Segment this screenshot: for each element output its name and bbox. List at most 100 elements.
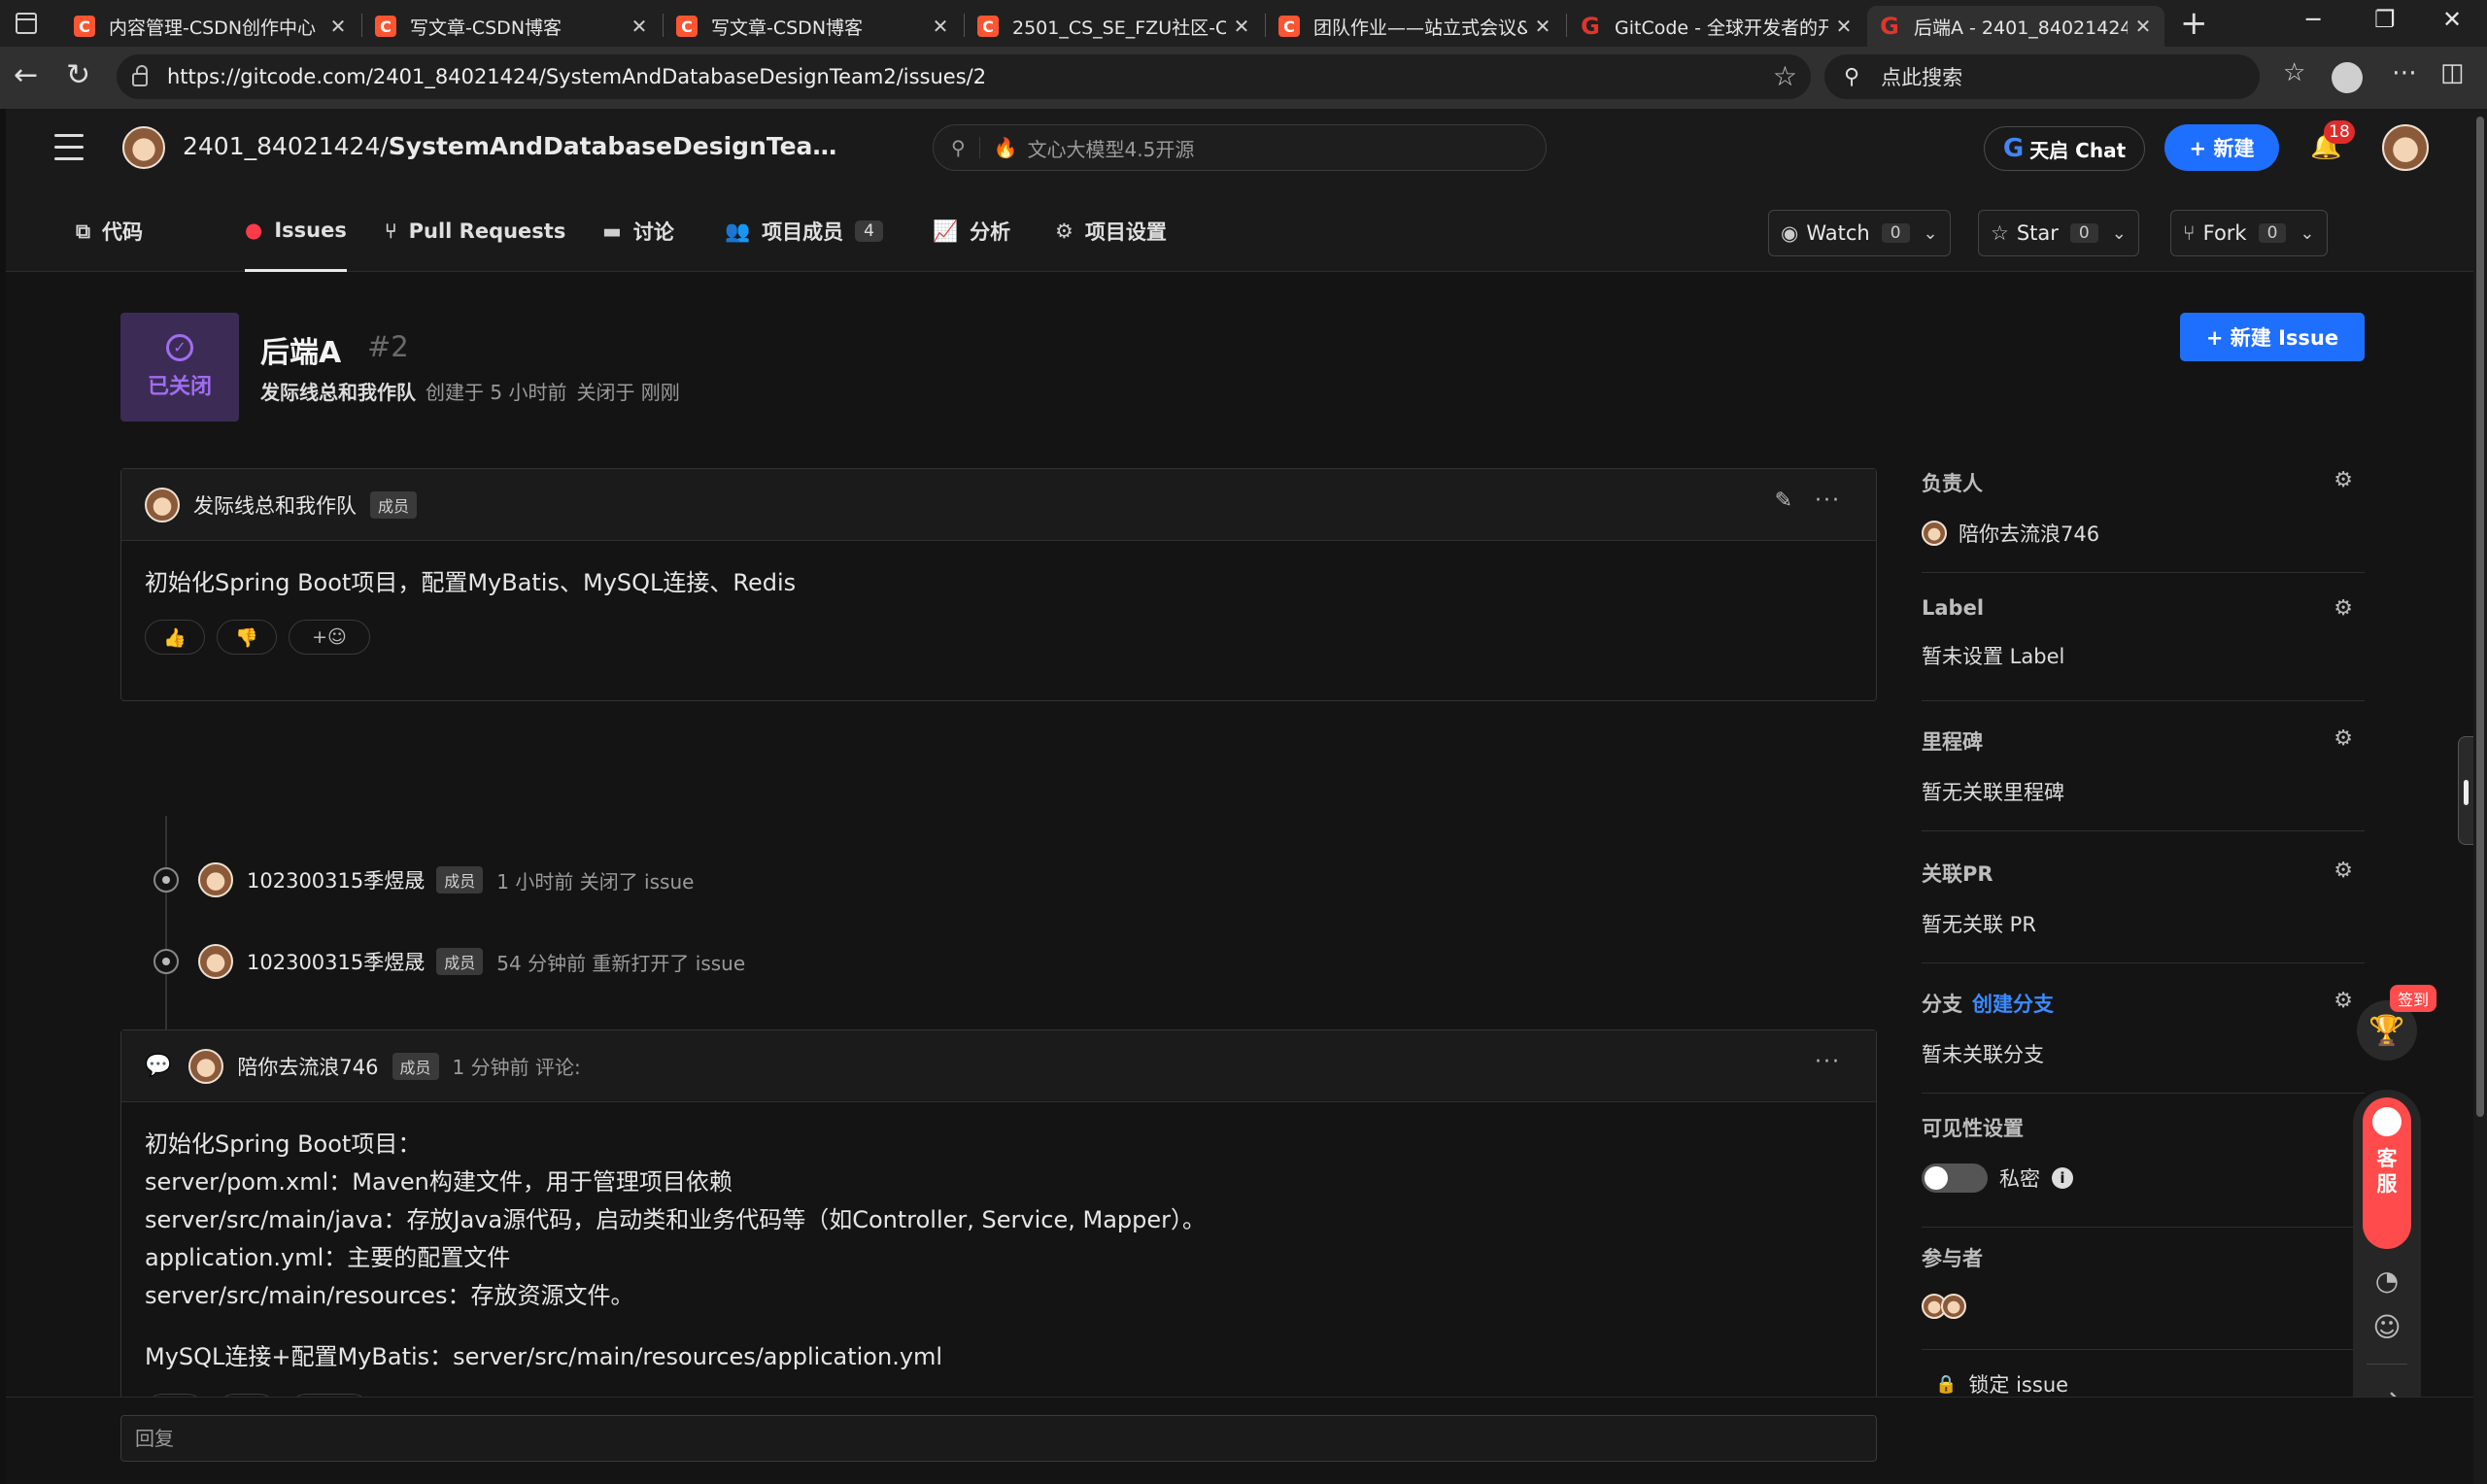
chevron-down-icon[interactable]: ⌄ bbox=[2300, 223, 2314, 244]
browser-search-box[interactable]: ⚲ 点此搜索 bbox=[1824, 54, 2260, 99]
lock-issue-button[interactable]: 🔒 锁定 issue bbox=[1935, 1369, 2068, 1399]
site-search-input[interactable]: ⚲ 🔥 文心大模型4.5开源 bbox=[933, 124, 1547, 171]
address-bar[interactable]: https://gitcode.com/2401_84021424/System… bbox=[117, 54, 1811, 99]
window-close-icon[interactable]: ✕ bbox=[2442, 6, 2462, 33]
search-divider bbox=[978, 137, 980, 158]
side-drawer-handle[interactable] bbox=[2458, 736, 2473, 845]
avatar[interactable] bbox=[145, 487, 180, 523]
event-user[interactable]: 102300315季煜晟 bbox=[247, 865, 425, 894]
browser-tab[interactable]: C 团队作业——站立式会议& ✕ bbox=[1267, 6, 1564, 47]
thumbs-up-reaction-button[interactable]: 👍 bbox=[145, 620, 205, 655]
smile-icon[interactable]: ☺ bbox=[2370, 1311, 2403, 1343]
minimize-icon[interactable]: ─ bbox=[2306, 6, 2320, 33]
sidebar-toggle-icon[interactable]: ◫ bbox=[2440, 58, 2465, 87]
close-icon[interactable]: ✕ bbox=[1232, 15, 1251, 38]
restore-icon[interactable]: ❐ bbox=[2374, 6, 2396, 33]
info-icon[interactable]: i bbox=[2052, 1167, 2073, 1189]
comment-text: 初始化Spring Boot项目，配置MyBatis、MySQL连接、Redis bbox=[145, 569, 797, 596]
avatar[interactable] bbox=[1922, 521, 1947, 546]
gear-icon[interactable]: ⚙ bbox=[2334, 468, 2353, 492]
customer-service-button[interactable]: 客 服 bbox=[2363, 1097, 2411, 1249]
more-options-icon[interactable]: ··· bbox=[1815, 489, 1841, 513]
close-icon[interactable]: ✕ bbox=[2133, 15, 2153, 38]
gear-icon[interactable]: ⚙ bbox=[2334, 726, 2353, 751]
browser-tab-active[interactable]: G 后端A - 2401_84021424/Sy ✕ bbox=[1867, 6, 2164, 47]
browser-tab[interactable]: C 2501_CS_SE_FZU社区-CSDN ✕ bbox=[966, 6, 1263, 47]
tab-code[interactable]: ⧉ 代码 bbox=[76, 190, 143, 272]
csdn-favicon-icon: C bbox=[1278, 16, 1300, 37]
tab-discussion[interactable]: ▬ 讨论 bbox=[602, 190, 674, 272]
comment-line: MySQL连接+配置MyBatis：server/src/main/resour… bbox=[145, 1343, 943, 1370]
thumbs-down-reaction-button[interactable]: 👎 bbox=[217, 620, 277, 655]
repo-owner[interactable]: 2401_84021424/ bbox=[183, 132, 389, 160]
close-icon[interactable]: ✕ bbox=[931, 15, 950, 38]
tab-label: 代码 bbox=[102, 220, 143, 244]
browser-tab[interactable]: C 写文章-CSDN博客 ✕ bbox=[664, 6, 962, 47]
gear-icon[interactable]: ⚙ bbox=[2334, 989, 2353, 1013]
avatar[interactable] bbox=[1941, 1294, 1966, 1319]
tab-analytics[interactable]: 📈 分析 bbox=[933, 190, 1010, 272]
favorites-bar-icon[interactable]: ☆ bbox=[2283, 58, 2305, 87]
close-icon[interactable]: ✕ bbox=[1533, 15, 1552, 38]
site-info-lock-icon[interactable] bbox=[132, 65, 148, 86]
chevron-down-icon[interactable]: ⌄ bbox=[2112, 223, 2127, 244]
url-text[interactable]: https://gitcode.com/2401_84021424/System… bbox=[167, 65, 986, 88]
close-icon[interactable]: ✕ bbox=[630, 15, 649, 38]
tab-issues[interactable]: ● Issues bbox=[245, 190, 347, 272]
more-menu-icon[interactable]: ⋯ bbox=[2392, 58, 2417, 87]
tab-label: 项目设置 bbox=[1084, 220, 1167, 244]
new-tab-plus-icon[interactable]: + bbox=[2180, 4, 2208, 43]
repo-name[interactable]: SystemAndDatabaseDesignTea… bbox=[389, 132, 837, 160]
back-arrow-icon[interactable]: ← bbox=[14, 58, 38, 92]
sign-in-badge[interactable]: 签到 bbox=[2390, 985, 2437, 1012]
browser-tab[interactable]: C 内容管理-CSDN创作中心 ✕ bbox=[62, 6, 359, 47]
browser-profile-avatar[interactable] bbox=[2332, 62, 2363, 93]
comment-author[interactable]: 陪你去流浪746 bbox=[237, 1052, 378, 1081]
star-button[interactable]: ☆ Star 0 ⌄ bbox=[1978, 210, 2139, 256]
gear-icon[interactable]: ⚙ bbox=[2334, 859, 2353, 883]
sidebar-participants: 参与者 bbox=[1922, 1243, 2365, 1350]
event-user[interactable]: 102300315季煜晟 bbox=[247, 947, 425, 976]
chevron-down-icon[interactable]: ⌄ bbox=[1924, 223, 1938, 244]
avatar[interactable] bbox=[188, 1048, 224, 1084]
repo-path[interactable]: 2401_84021424/SystemAndDatabaseDesignTea… bbox=[183, 132, 836, 160]
feedback-icon[interactable]: ◔ bbox=[2370, 1265, 2403, 1297]
browser-tab[interactable]: G GitCode - 全球开发者的开源 ✕ bbox=[1568, 6, 1865, 47]
gear-icon[interactable]: ⚙ bbox=[2334, 596, 2353, 621]
add-reaction-button[interactable]: +☺ bbox=[289, 620, 370, 655]
tianqi-chat-button[interactable]: G 天启 Chat bbox=[1984, 126, 2145, 171]
browser-search-placeholder: 点此搜索 bbox=[1881, 66, 1963, 89]
sidebar-branch: 分支 创建分支 ⚙ 暂未关联分支 bbox=[1922, 989, 2365, 1094]
avatar[interactable] bbox=[198, 862, 233, 897]
browser-tab[interactable]: C 写文章-CSDN博客 ✕ bbox=[363, 6, 661, 47]
more-options-icon[interactable]: ··· bbox=[1815, 1050, 1841, 1074]
fork-button[interactable]: ⑂ Fork 0 ⌄ bbox=[2170, 210, 2328, 256]
comment-author[interactable]: 发际线总和我作队 bbox=[193, 490, 357, 520]
avatar[interactable] bbox=[198, 944, 233, 979]
reply-input[interactable]: 回复 bbox=[120, 1415, 1877, 1462]
repo-owner-avatar[interactable] bbox=[122, 126, 165, 169]
new-issue-button[interactable]: + 新建 Issue bbox=[2180, 313, 2365, 361]
reload-icon[interactable]: ↻ bbox=[66, 58, 90, 92]
issue-author[interactable]: 发际线总和我作队 bbox=[260, 381, 416, 404]
gitcode-favicon-icon: G bbox=[1880, 13, 1899, 40]
private-toggle[interactable] bbox=[1922, 1164, 1988, 1193]
tab-members[interactable]: 👥 项目成员 4 bbox=[725, 190, 883, 272]
watch-button[interactable]: ◉ Watch 0 ⌄ bbox=[1768, 210, 1951, 256]
close-icon[interactable]: ✕ bbox=[1834, 15, 1854, 38]
create-new-button[interactable]: + 新建 bbox=[2164, 124, 2279, 171]
tab-actions-icon[interactable] bbox=[16, 13, 37, 34]
comment-line: server/src/main/resources：存放资源文件。 bbox=[145, 1282, 634, 1309]
timeline-connector bbox=[165, 816, 167, 1029]
tab-settings[interactable]: ⚙ 项目设置 bbox=[1055, 190, 1167, 272]
tab-pull-requests[interactable]: ⑂ Pull Requests bbox=[385, 190, 565, 272]
hamburger-menu-icon[interactable] bbox=[54, 134, 84, 161]
create-branch-link[interactable]: 创建分支 bbox=[1972, 993, 2054, 1016]
close-icon[interactable]: ✕ bbox=[328, 15, 348, 38]
favorite-star-icon[interactable]: ☆ bbox=[1773, 60, 1797, 92]
tab-title: 团队作业——站立式会议& bbox=[1313, 17, 1527, 39]
assignee-name[interactable]: 陪你去流浪746 bbox=[1959, 519, 2099, 548]
edit-pencil-icon[interactable]: ✎ bbox=[1775, 489, 1792, 513]
scrollbar-thumb[interactable] bbox=[2476, 117, 2484, 1117]
user-avatar[interactable] bbox=[2382, 124, 2429, 171]
